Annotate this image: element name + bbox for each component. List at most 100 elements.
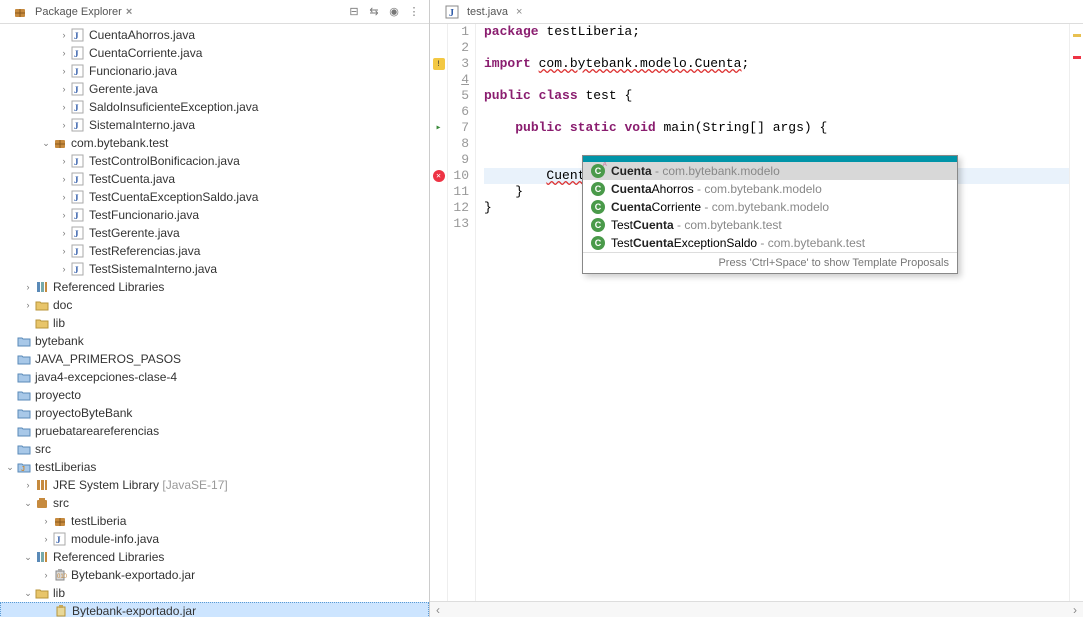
code-line[interactable] [484, 136, 1069, 152]
collapse-icon[interactable]: › [58, 228, 70, 238]
collapse-icon[interactable]: › [40, 570, 52, 580]
tree-item[interactable]: ›JTestFuncionario.java [0, 206, 429, 224]
tree-item[interactable]: ›JSistemaInterno.java [0, 116, 429, 134]
gutter-mark[interactable]: ✕ [430, 168, 447, 184]
tree-item[interactable]: java4-excepciones-clase-4 [0, 368, 429, 386]
completion-item[interactable]: CTestCuentaExceptionSaldo - com.bytebank… [583, 234, 957, 252]
tree-item[interactable]: src [0, 440, 429, 458]
tree-item[interactable]: ›JTestControlBonificacion.java [0, 152, 429, 170]
collapse-icon[interactable]: › [58, 30, 70, 40]
tree-item[interactable]: ›JTestGerente.java [0, 224, 429, 242]
overview-ruler[interactable] [1069, 24, 1083, 601]
tree-item[interactable]: ›JTestReferencias.java [0, 242, 429, 260]
scroll-left-icon[interactable]: ‹ [430, 603, 446, 617]
collapse-icon[interactable]: › [58, 156, 70, 166]
tree-item[interactable]: ⌄lib [0, 584, 429, 602]
tree-item[interactable]: ⌄ com.bytebank.test [0, 134, 429, 152]
tree-item[interactable]: ›JFuncionario.java [0, 62, 429, 80]
marker-gutter[interactable]: ! ▸ ✕ [430, 24, 448, 601]
code-body[interactable]: package testLiberia; import com.bytebank… [476, 24, 1069, 601]
view-menu-icon[interactable]: ⋮ [407, 5, 421, 19]
error-icon: ✕ [433, 170, 445, 182]
tree-item[interactable]: ›Jmodule-info.java [0, 530, 429, 548]
completion-item[interactable]: CCuentaAhorros - com.bytebank.modelo [583, 180, 957, 198]
gutter-mark[interactable]: ! [430, 56, 447, 72]
collapse-icon[interactable]: › [58, 192, 70, 202]
collapse-icon[interactable]: › [58, 66, 70, 76]
gutter-mark [430, 72, 447, 88]
code-line[interactable]: public class test { [484, 88, 1069, 104]
tree-item[interactable]: ›JGerente.java [0, 80, 429, 98]
tree-item[interactable]: ›010Bytebank-exportado.jar [0, 566, 429, 584]
tree-item[interactable]: proyectoByteBank [0, 404, 429, 422]
code-line[interactable]: package testLiberia; [484, 24, 1069, 40]
gutter-mark[interactable]: ▸ [430, 120, 447, 136]
code-line[interactable] [484, 104, 1069, 120]
line-number: 11 [448, 184, 469, 200]
tree-item[interactable]: ›JTestSistemaInterno.java [0, 260, 429, 278]
completion-item[interactable]: CCuentaCorriente - com.bytebank.modelo [583, 198, 957, 216]
package-tree[interactable]: ›JCuentaAhorros.java›JCuentaCorriente.ja… [0, 24, 429, 617]
code-editor[interactable]: !▸✕ 12345678910111213 package testLiberi… [430, 24, 1083, 601]
code-line[interactable] [484, 40, 1069, 56]
scroll-right-icon[interactable]: › [1067, 603, 1083, 617]
tree-item[interactable]: ⌄src [0, 494, 429, 512]
expand-icon[interactable]: ⌄ [22, 588, 34, 599]
collapse-icon[interactable]: › [40, 516, 52, 526]
completion-item[interactable]: CTestCuenta - com.bytebank.test [583, 216, 957, 234]
collapse-icon[interactable]: › [58, 264, 70, 274]
horizontal-scrollbar[interactable]: ‹ › [430, 601, 1083, 617]
tree-item[interactable]: pruebatareareferencias [0, 422, 429, 440]
link-editor-icon[interactable]: ⇆ [367, 5, 381, 19]
expand-icon[interactable]: ⌄ [22, 498, 34, 509]
tree-item-label: com.bytebank.test [71, 136, 168, 150]
collapse-icon[interactable]: › [22, 300, 34, 310]
collapse-icon[interactable]: › [22, 480, 34, 490]
completion-list[interactable]: CCuenta - com.bytebank.modeloCCuentaAhor… [583, 162, 957, 252]
tree-item[interactable]: ›JCuentaCorriente.java [0, 44, 429, 62]
line-number: 2 [448, 40, 469, 56]
jre-icon [34, 477, 50, 493]
tree-item[interactable]: Bytebank-exportado.jar [0, 602, 429, 617]
collapse-icon[interactable]: › [58, 84, 70, 94]
collapse-icon[interactable]: › [22, 282, 34, 292]
tree-item[interactable]: lib [0, 314, 429, 332]
expand-icon[interactable]: ⌄ [40, 138, 52, 149]
editor-tab[interactable]: J test.java × [436, 2, 530, 22]
tree-item[interactable]: ⌄JtestLiberias [0, 458, 429, 476]
collapse-icon[interactable]: › [58, 102, 70, 112]
close-icon[interactable]: × [516, 6, 522, 18]
focus-icon[interactable]: ◉ [387, 5, 401, 19]
tree-item[interactable]: JAVA_PRIMEROS_PASOS [0, 350, 429, 368]
tree-item[interactable]: › JRE System Library [JavaSE-17] [0, 476, 429, 494]
tree-item[interactable]: ›testLiberia [0, 512, 429, 530]
tree-item[interactable]: ›JTestCuenta.java [0, 170, 429, 188]
expand-icon[interactable]: ⌄ [4, 462, 16, 473]
collapse-icon[interactable]: › [58, 120, 70, 130]
tree-item[interactable]: ›doc [0, 296, 429, 314]
collapse-icon[interactable]: › [58, 174, 70, 184]
code-line[interactable] [484, 72, 1069, 88]
proj-icon [16, 405, 32, 421]
tree-item[interactable]: ⌄Referenced Libraries [0, 548, 429, 566]
tree-item[interactable]: bytebank [0, 332, 429, 350]
tree-item[interactable]: ›JTestCuentaExceptionSaldo.java [0, 188, 429, 206]
svg-text:J: J [74, 265, 79, 275]
expand-icon[interactable]: ⌄ [22, 552, 34, 563]
collapse-icon[interactable]: › [40, 534, 52, 544]
collapse-all-icon[interactable]: ⊟ [347, 5, 361, 19]
code-line[interactable]: public static void main(String[] args) { [484, 120, 1069, 136]
tree-item[interactable]: ›Referenced Libraries [0, 278, 429, 296]
package-explorer-tab[interactable]: Package Explorer × [6, 2, 138, 22]
tree-item[interactable]: ›JSaldoInsuficienteException.java [0, 98, 429, 116]
tree-item-label: SaldoInsuficienteException.java [89, 100, 258, 114]
collapse-icon[interactable]: › [58, 210, 70, 220]
close-icon[interactable]: × [126, 6, 132, 18]
tree-item[interactable]: proyecto [0, 386, 429, 404]
completion-item[interactable]: CCuenta - com.bytebank.modelo [583, 162, 957, 180]
tree-item-label: JRE System Library [JavaSE-17] [53, 478, 228, 492]
collapse-icon[interactable]: › [58, 246, 70, 256]
code-line[interactable]: import com.bytebank.modelo.Cuenta; [484, 56, 1069, 72]
collapse-icon[interactable]: › [58, 48, 70, 58]
tree-item[interactable]: ›JCuentaAhorros.java [0, 26, 429, 44]
